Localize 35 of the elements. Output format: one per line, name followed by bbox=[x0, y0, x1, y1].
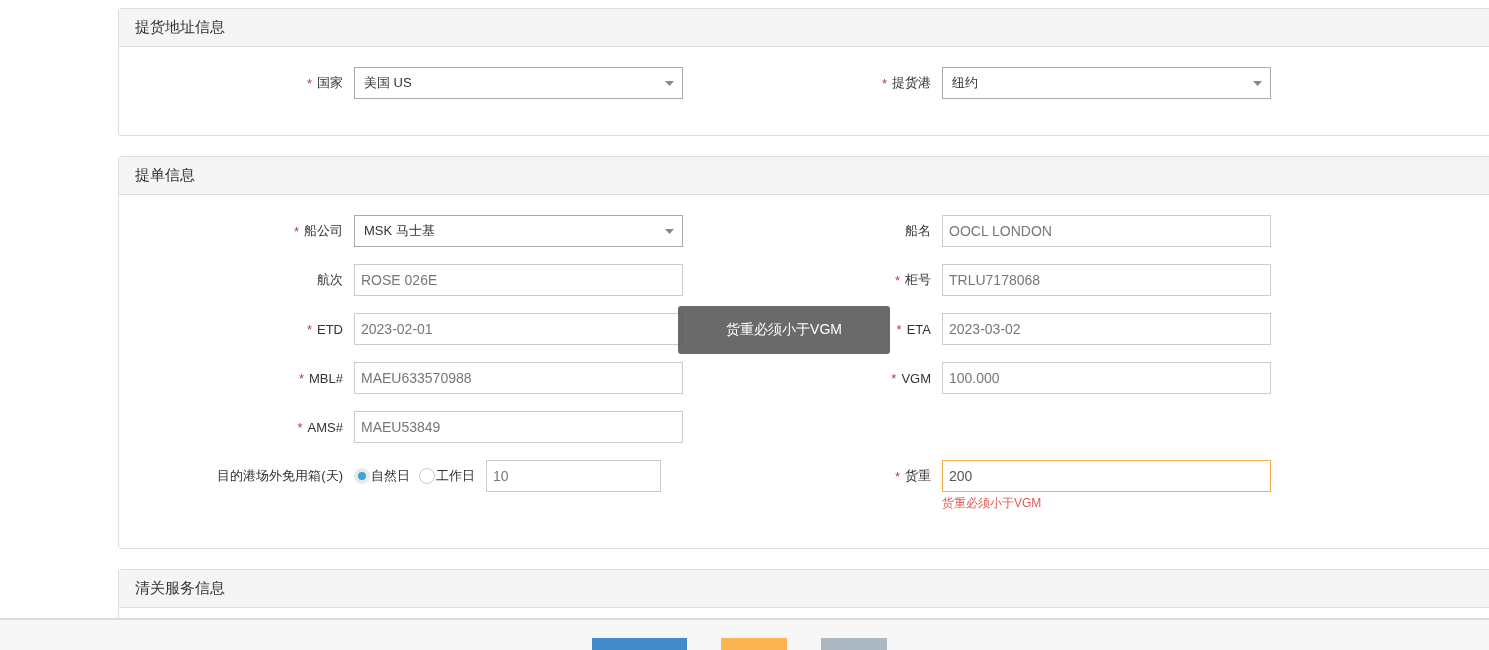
radio-option[interactable]: 自然日 bbox=[354, 467, 410, 485]
field-label: * AMS# bbox=[297, 418, 343, 437]
field-label: * MBL# bbox=[298, 369, 343, 388]
input-field[interactable]: 2023-03-02 bbox=[942, 313, 1271, 345]
select-field[interactable]: MSK 马士基 bbox=[354, 215, 683, 247]
input-field[interactable]: 100.000 bbox=[942, 362, 1271, 394]
select-field[interactable]: 纽约 bbox=[942, 67, 1271, 99]
input-field[interactable]: 10 bbox=[486, 460, 661, 492]
caret-icon bbox=[665, 80, 674, 86]
input-field[interactable]: MAEU633570988 bbox=[354, 362, 683, 394]
field-label: * 柜号 bbox=[894, 271, 931, 290]
field-label: * 船公司 bbox=[293, 222, 343, 241]
input-field[interactable]: OOCL LONDON bbox=[942, 215, 1271, 247]
input-field[interactable]: ROSE 026E bbox=[354, 264, 683, 296]
field-label: 船名 bbox=[905, 222, 931, 240]
field-label: * 国家 bbox=[306, 74, 343, 93]
field-label: * 提货港 bbox=[881, 74, 931, 93]
panel-title: 提货地址信息 bbox=[119, 9, 1489, 47]
caret-icon bbox=[665, 228, 674, 234]
field-label: 航次 bbox=[317, 271, 343, 289]
select-field[interactable]: 美国 US bbox=[354, 67, 683, 99]
input-field[interactable]: MAEU53849 bbox=[354, 411, 683, 443]
error-message: 货重必须小于VGM bbox=[942, 495, 1043, 512]
panel-title: 清关服务信息 bbox=[119, 570, 1489, 608]
field-label: * ETD bbox=[306, 320, 343, 339]
toast-message: 货重必须小于VGM bbox=[678, 306, 890, 354]
input-field[interactable]: 200 bbox=[942, 460, 1271, 492]
caret-icon bbox=[1253, 80, 1262, 86]
field-label: 目的港场外免用箱(天) bbox=[217, 467, 343, 485]
input-field[interactable]: TRLU7178068 bbox=[942, 264, 1271, 296]
radio-option[interactable]: 工作日 bbox=[419, 467, 475, 485]
field-label: * VGM bbox=[891, 369, 931, 388]
field-label: * 货重 bbox=[894, 467, 931, 486]
field-label: * ETA bbox=[896, 320, 931, 339]
panel-title: 提单信息 bbox=[119, 157, 1489, 195]
